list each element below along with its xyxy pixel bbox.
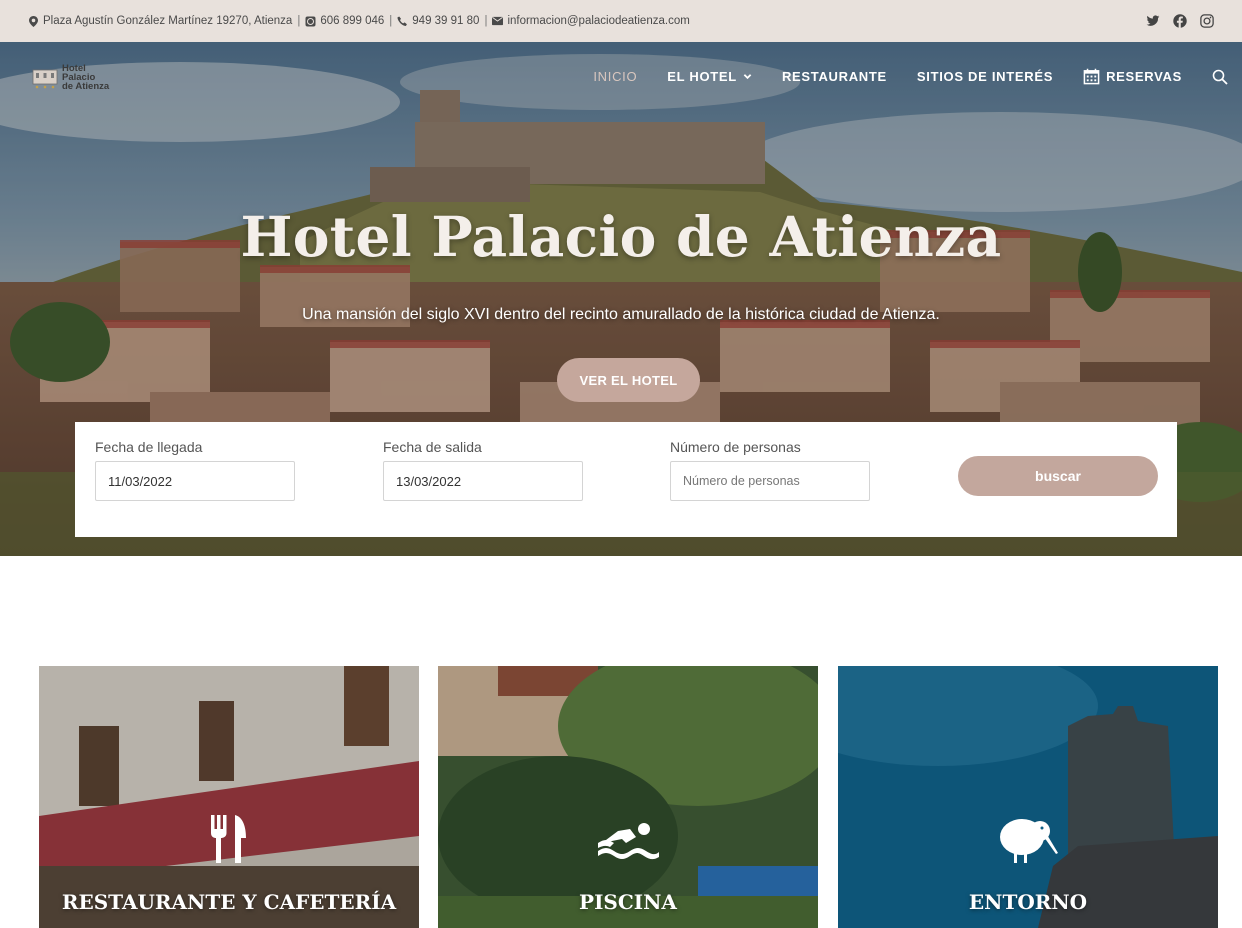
people-input[interactable]: Número de personas	[670, 461, 870, 501]
whatsapp-icon	[305, 16, 316, 27]
chevron-down-icon	[743, 74, 752, 80]
utensils-icon	[211, 815, 246, 863]
hero-section: Hotel Palacio de Atienza INICIO EL HOTEL…	[0, 42, 1242, 556]
departure-date-input[interactable]: 13/03/2022	[383, 461, 583, 501]
departure-field: Fecha de salida 13/03/2022	[383, 439, 583, 501]
address-text: Plaza Agustín González Martínez 19270, A…	[43, 15, 293, 27]
kiwi-bird-icon	[1000, 819, 1058, 863]
search-icon	[1212, 69, 1228, 85]
calendar-icon	[1083, 68, 1100, 85]
card-title: PISCINA	[579, 890, 677, 914]
booking-form: Fecha de llegada 11/03/2022 Fecha de sal…	[75, 422, 1177, 537]
contact-info: Plaza Agustín González Martínez 19270, A…	[28, 15, 690, 27]
nav-reservas[interactable]: RESERVAS	[1083, 68, 1182, 85]
instagram-icon[interactable]	[1200, 14, 1214, 28]
map-marker-icon	[28, 15, 39, 27]
people-label: Número de personas	[670, 439, 801, 455]
logo-text: Hotel Palacio de Atienza	[62, 63, 110, 92]
departure-label: Fecha de salida	[383, 439, 482, 455]
logo-mark-icon	[32, 69, 58, 88]
nav-restaurante[interactable]: RESTAURANTE	[782, 69, 887, 84]
facebook-icon[interactable]	[1173, 14, 1187, 28]
card-piscina[interactable]: PISCINA	[438, 666, 818, 928]
card-title: RESTAURANTE Y CAFETERÍA	[61, 890, 397, 914]
ver-el-hotel-button[interactable]: VER EL HOTEL	[557, 358, 700, 402]
card-entorno[interactable]: ENTORNO	[838, 666, 1218, 928]
nav-sitios-de-interes[interactable]: SITIOS DE INTERÉS	[917, 69, 1053, 84]
card-restaurante[interactable]: RESTAURANTE Y CAFETERÍA	[39, 666, 419, 928]
hero-subtitle: Una mansión del siglo XVI dentro del rec…	[302, 306, 940, 323]
people-field: Número de personas Número de personas	[670, 439, 870, 501]
hotel-logo[interactable]: Hotel Palacio de Atienza	[32, 64, 109, 91]
restaurant-photo	[39, 666, 419, 928]
nav-el-hotel[interactable]: EL HOTEL	[667, 69, 752, 84]
email-link[interactable]: informacion@palaciodeatienza.com	[507, 15, 689, 27]
hero-title: Hotel Palacio de Atienza	[240, 204, 1002, 269]
pool-photo	[438, 666, 818, 928]
social-links	[1146, 14, 1214, 28]
landscape-photo	[838, 666, 1218, 928]
top-info-bar: Plaza Agustín González Martínez 19270, A…	[0, 0, 1242, 42]
arrival-label: Fecha de llegada	[95, 439, 203, 455]
buscar-button[interactable]: buscar	[958, 456, 1158, 496]
arrival-field: Fecha de llegada 11/03/2022	[95, 439, 295, 501]
phone-number[interactable]: 949 39 91 80	[412, 15, 479, 27]
phone-icon	[397, 16, 408, 27]
envelope-icon	[492, 16, 504, 27]
card-title: ENTORNO	[968, 890, 1088, 914]
whatsapp-phone[interactable]: 606 899 046	[320, 15, 384, 27]
arrival-date-input[interactable]: 11/03/2022	[95, 461, 295, 501]
search-button[interactable]	[1212, 69, 1228, 85]
nav-inicio[interactable]: INICIO	[593, 69, 637, 84]
twitter-icon[interactable]	[1146, 14, 1160, 28]
swimmer-icon	[598, 823, 659, 860]
main-nav: INICIO EL HOTEL RESTAURANTE SITIOS DE IN…	[593, 68, 1228, 85]
